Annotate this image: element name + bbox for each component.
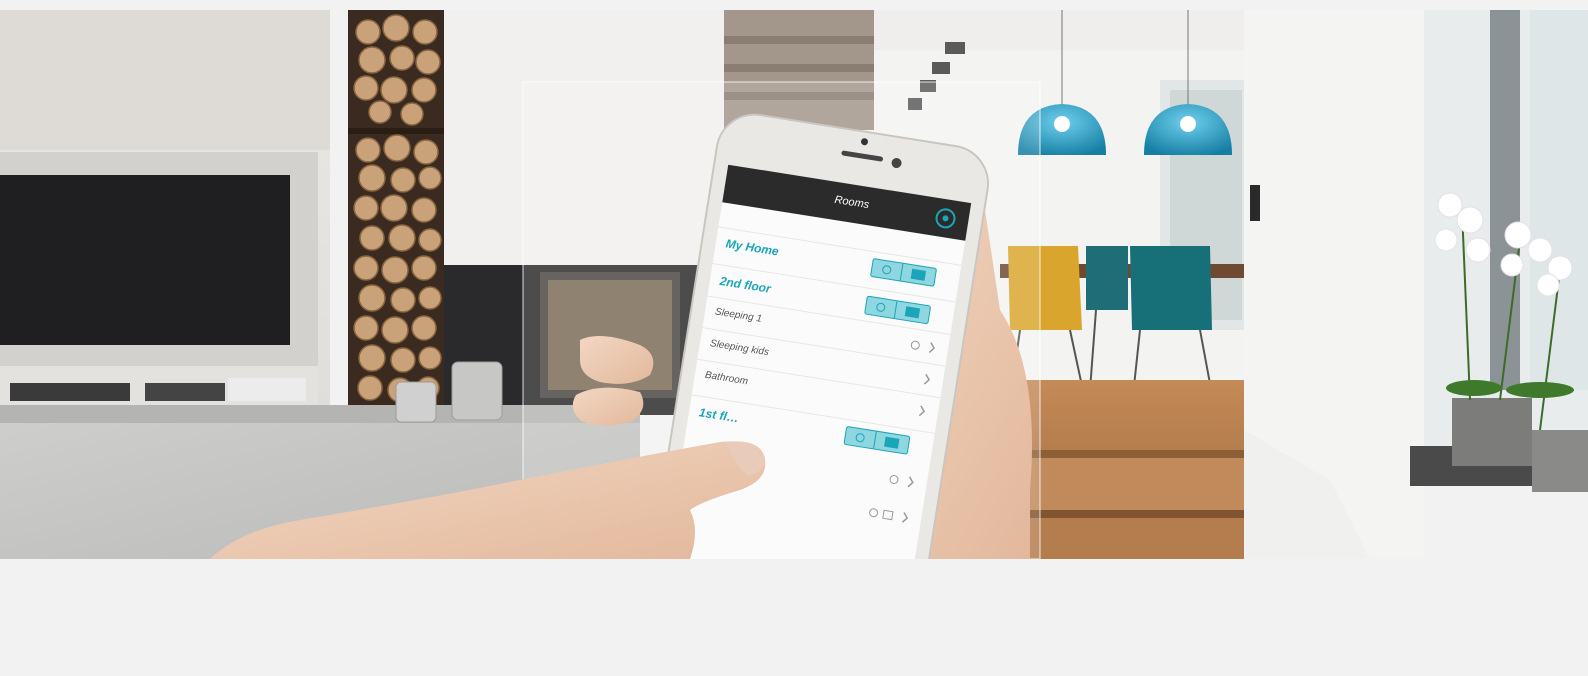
smart-home-photo: [0, 10, 1588, 559]
plant-pot: [1452, 398, 1532, 466]
chair-teal: [1130, 246, 1212, 330]
glass-jar: [395, 381, 437, 423]
television: [0, 175, 290, 345]
glass-jar: [451, 361, 503, 421]
wall-switch: [1250, 185, 1260, 221]
